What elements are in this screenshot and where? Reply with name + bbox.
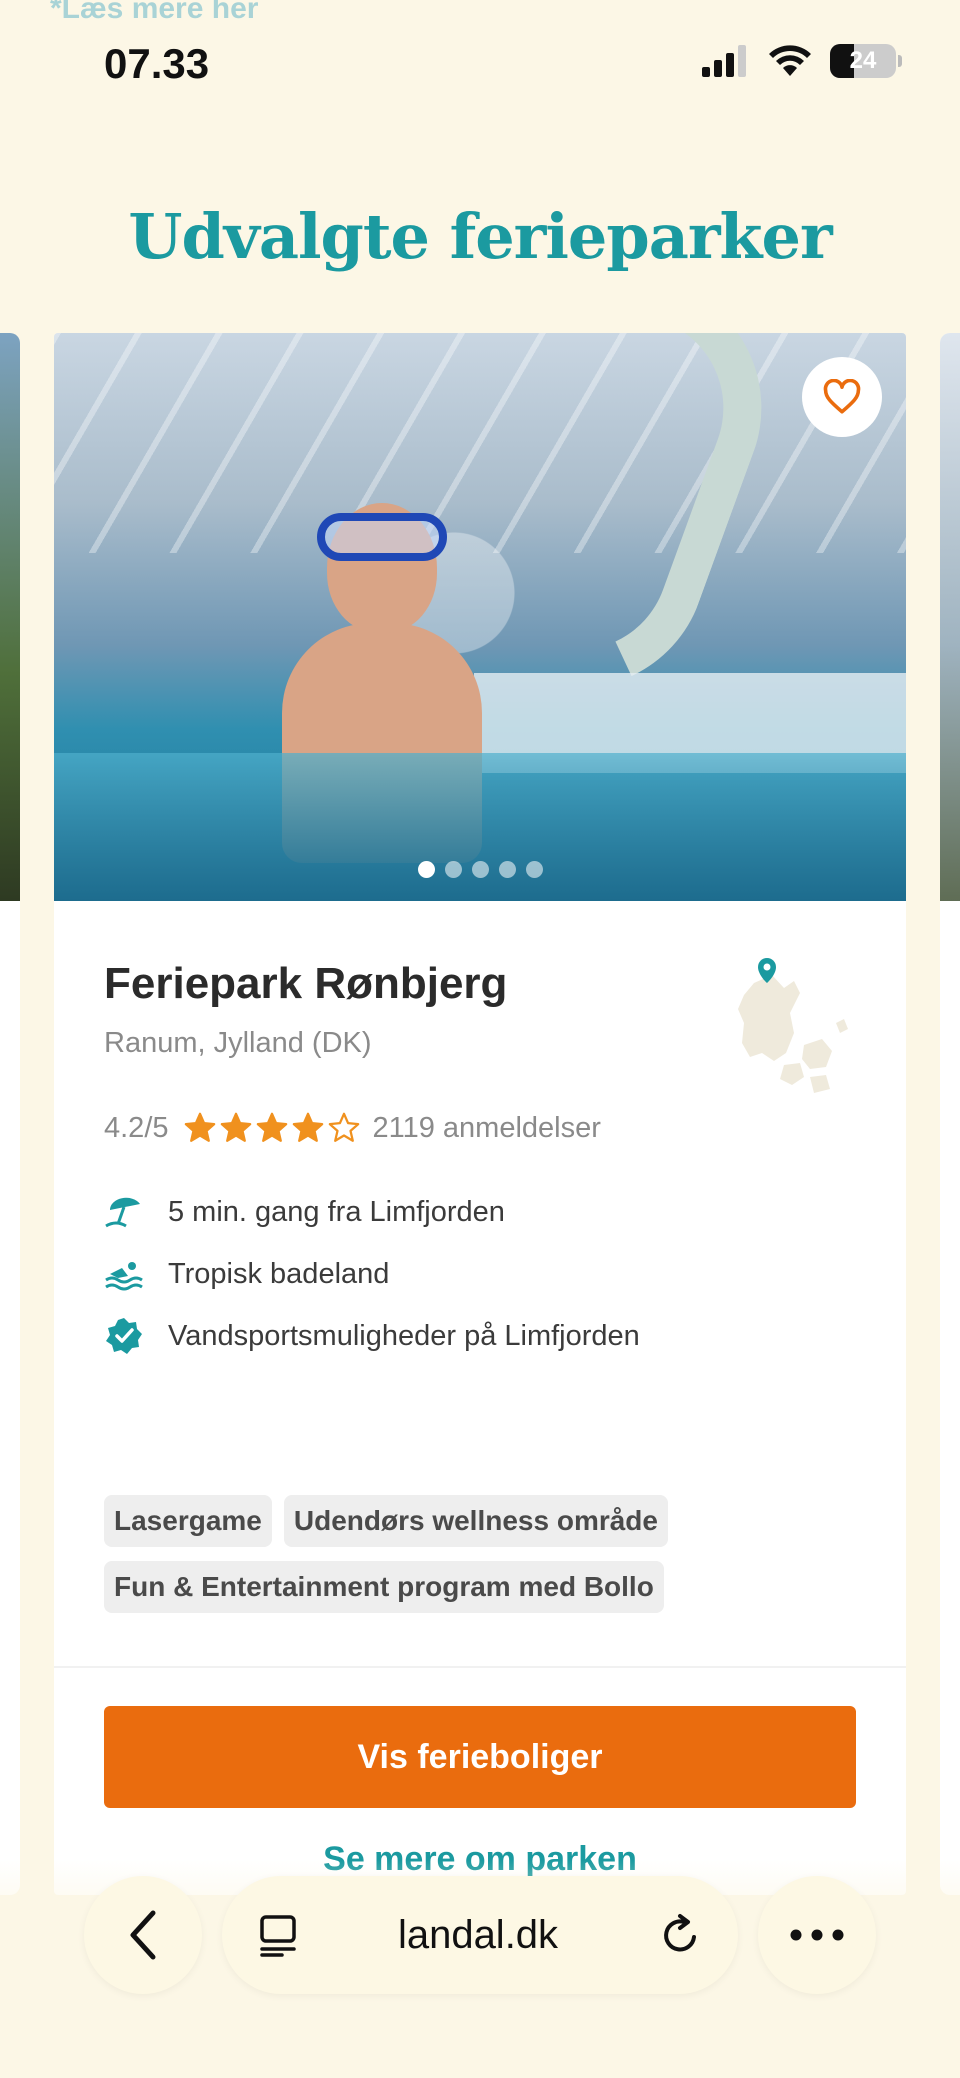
- rating-row[interactable]: 4.2/5 2119 anmeldelser: [104, 1111, 601, 1145]
- park-name[interactable]: Feriepark Rønbjerg: [104, 959, 507, 1009]
- show-holiday-homes-button[interactable]: Vis ferieboliger: [104, 1706, 856, 1808]
- reader-tabs-icon[interactable]: [258, 1913, 298, 1957]
- denmark-map-icon: [738, 958, 848, 1093]
- reload-icon[interactable]: [658, 1913, 702, 1957]
- browser-back-button[interactable]: [84, 1876, 202, 1994]
- browser-more-button[interactable]: [758, 1876, 876, 1994]
- feature-item: 5 min. gang fra Limfjorden: [104, 1181, 640, 1243]
- verified-badge-icon: [104, 1316, 144, 1356]
- activity-tags: Lasergame Udendørs wellness område Fun &…: [104, 1495, 864, 1613]
- status-time: 07.33: [104, 40, 210, 87]
- favorite-button[interactable]: [802, 357, 882, 437]
- carousel-dot[interactable]: [417, 861, 435, 878]
- status-bar: 07.33 24: [0, 0, 960, 120]
- feature-label: Tropisk badeland: [168, 1257, 390, 1290]
- star-filled-icon: [184, 1112, 215, 1142]
- next-park-card[interactable]: [940, 333, 960, 1895]
- battery-icon: 24: [830, 44, 902, 78]
- star-filled-icon: [256, 1112, 287, 1142]
- activity-tag: Fun & Entertainment program med Bollo: [104, 1561, 664, 1613]
- section-title: Udvalgte ferieparker: [128, 200, 832, 273]
- swimming-icon: [104, 1254, 144, 1294]
- feature-item: Vandsportsmuligheder på Limfjorden: [104, 1305, 640, 1367]
- carousel-dots[interactable]: [54, 861, 906, 878]
- review-count: 2119 anmeldelser: [372, 1111, 601, 1144]
- star-filled-icon: [220, 1112, 251, 1142]
- park-photo[interactable]: [54, 333, 906, 901]
- previous-park-card[interactable]: [0, 333, 20, 1895]
- star-filled-icon: [292, 1112, 323, 1142]
- battery-level: 24: [849, 47, 877, 74]
- star-empty-icon: [328, 1112, 359, 1142]
- feature-label: Vandsportsmuligheder på Limfjorden: [168, 1319, 640, 1352]
- chevron-left-icon: [130, 1910, 156, 1960]
- card-divider: [54, 1666, 906, 1668]
- feature-label: 5 min. gang fra Limfjorden: [168, 1195, 505, 1228]
- beach-umbrella-icon: [104, 1192, 144, 1232]
- rating-score: 4.2/5: [104, 1111, 169, 1144]
- status-icons: 24: [702, 44, 902, 78]
- feature-item: Tropisk badeland: [104, 1243, 640, 1305]
- park-card: Feriepark Rønbjerg Ranum, Jylland (DK) 4…: [54, 333, 906, 1895]
- carousel-dot[interactable]: [444, 861, 462, 878]
- park-location: Ranum, Jylland (DK): [104, 1027, 372, 1059]
- more-dots-icon: [790, 1929, 844, 1941]
- rating-stars: [183, 1111, 361, 1145]
- activity-tag: Lasergame: [104, 1495, 272, 1547]
- activity-tag: Udendørs wellness område: [283, 1495, 668, 1547]
- carousel-dot[interactable]: [525, 861, 543, 878]
- browser-address-bar[interactable]: landal.dk: [222, 1876, 738, 1994]
- wifi-icon: [769, 45, 811, 76]
- carousel-dot[interactable]: [471, 861, 489, 878]
- carousel-dot[interactable]: [498, 861, 516, 878]
- heart-icon: [823, 379, 861, 414]
- cellular-signal-icon: [702, 45, 746, 77]
- feature-list: 5 min. gang fra Limfjorden Tropisk badel…: [104, 1181, 640, 1367]
- browser-url[interactable]: landal.dk: [298, 1913, 658, 1958]
